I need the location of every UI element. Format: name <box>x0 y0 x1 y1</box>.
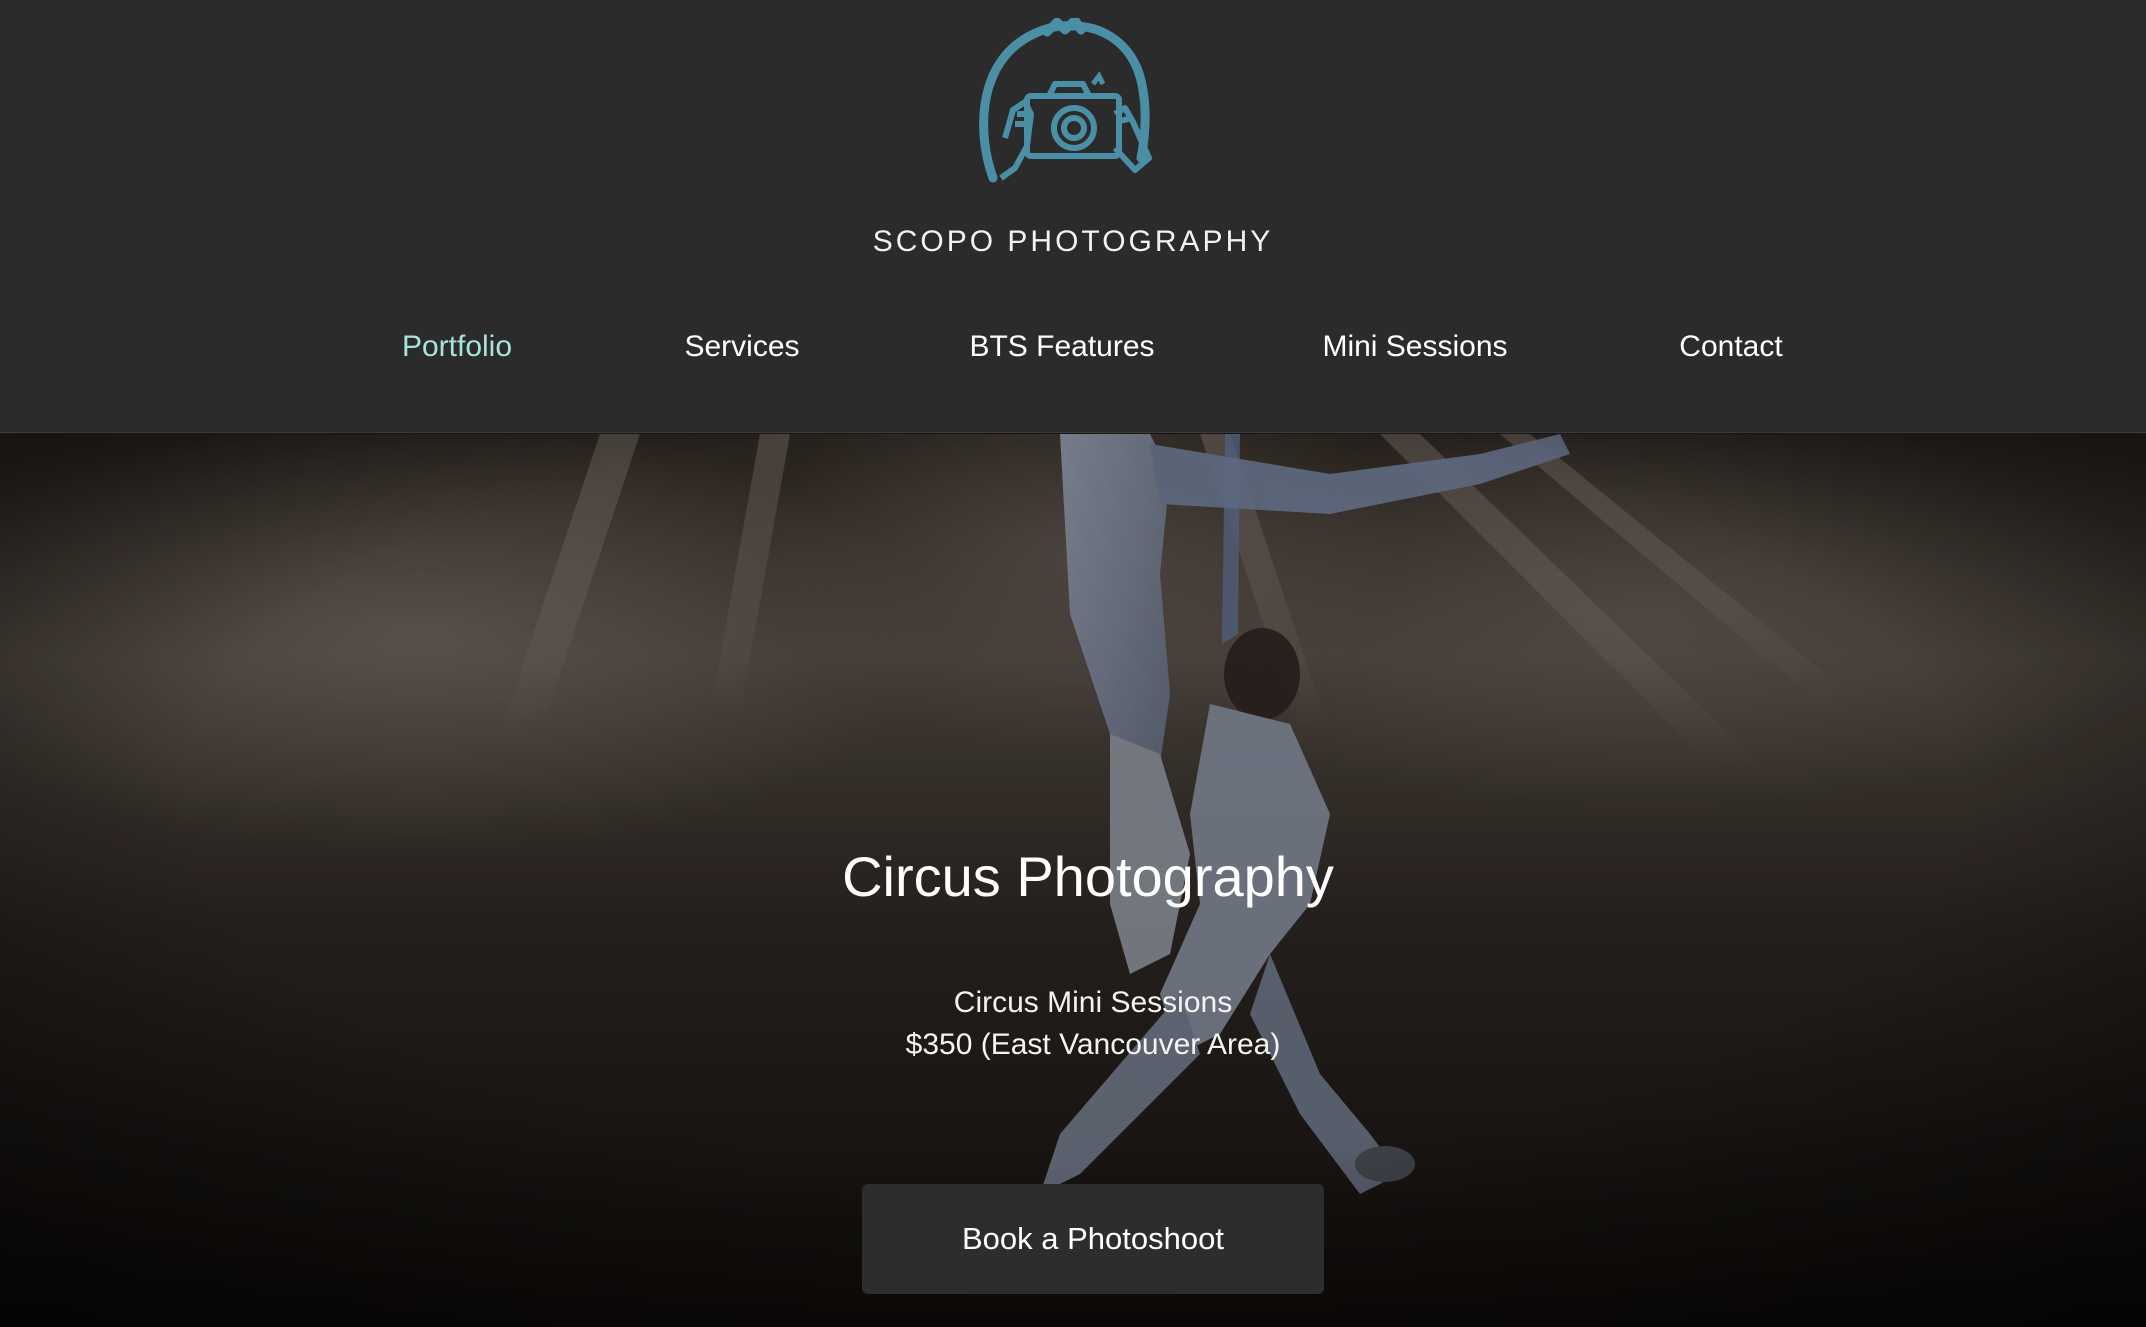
hero-subtitle: Circus Mini Sessions $350 (East Vancouve… <box>0 982 2146 1066</box>
camera-mascot-logo-icon[interactable] <box>975 18 1165 186</box>
hero-section: Circus Photography Circus Mini Sessions … <box>0 434 2146 1327</box>
hero-price-line: $350 (East Vancouver Area) <box>905 1028 1281 1061</box>
site-header: SCOPO PHOTOGRAPHY Portfolio Services BTS… <box>0 0 2146 433</box>
nav-item-mini-sessions[interactable]: Mini Sessions <box>1322 325 1507 369</box>
book-photoshoot-button[interactable]: Book a Photoshoot <box>862 1184 1324 1294</box>
hero-title: Circus Photography <box>842 845 1334 908</box>
main-nav: Portfolio Services BTS Features Mini Ses… <box>0 325 2146 371</box>
nav-item-contact[interactable]: Contact <box>1679 325 1782 369</box>
nav-item-portfolio[interactable]: Portfolio <box>402 325 512 369</box>
site-title[interactable]: SCOPO PHOTOGRAPHY <box>0 225 2146 259</box>
hero-subtitle-line: Circus Mini Sessions <box>953 986 1233 1019</box>
nav-item-services[interactable]: Services <box>684 325 799 369</box>
nav-item-bts-features[interactable]: BTS Features <box>969 325 1154 369</box>
